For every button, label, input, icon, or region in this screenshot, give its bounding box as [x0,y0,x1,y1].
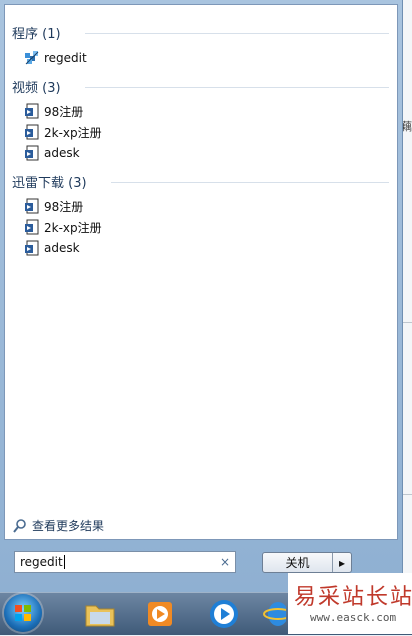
result-item-adesk[interactable]: adesk [24,143,80,163]
video-file-icon [25,124,39,140]
result-item-98-register[interactable]: 98注册 [24,101,83,121]
search-input[interactable]: regedit × [14,551,236,573]
shutdown-label: 关机 [285,556,310,570]
watermark-url: www.easck.com [310,611,397,624]
search-input-value: regedit [20,555,63,569]
group-title-videos: 视频 (3) [12,81,61,96]
shutdown-options-button[interactable]: ▸ [333,553,351,572]
search-icon [13,518,26,533]
taskbar-media-player-button[interactable] [204,596,244,632]
play-icon [210,600,238,628]
see-more-results-link[interactable]: 查看更多结果 [12,517,104,534]
result-item-98-register[interactable]: 98注册 [24,196,83,216]
watermark-text: 易采站长站 [294,585,412,610]
result-item-label: regedit [44,51,87,65]
video-file-icon [25,219,39,235]
group-divider [111,182,389,183]
result-item-label: 2k-xp注册 [44,220,102,235]
result-item-adesk[interactable]: adesk [24,238,80,258]
text-caret [63,555,65,569]
see-more-results-label: 查看更多结果 [32,519,105,533]
video-file-icon [25,145,39,161]
taskbar-internet-explorer-button[interactable] [262,596,293,632]
video-file-icon [25,198,39,214]
shutdown-button-group: 关机 ▸ [262,552,352,573]
group-title-thunder-downloads: 迅雷下载 (3) [12,176,87,191]
start-menu: 程序 (1) regedit 视频 (3) 98注册 2k-xp注册 adesk… [0,0,403,592]
internet-explorer-icon [263,602,293,626]
result-item-label: adesk [44,241,80,255]
site-watermark: 易采站长站 www.easck.com [288,573,412,634]
group-divider [85,87,389,88]
start-button[interactable] [4,594,42,632]
taskbar-media-center-button[interactable] [140,596,180,632]
result-item-label: 98注册 [44,199,84,214]
media-player-icon [148,602,172,626]
result-item-label: adesk [44,146,80,160]
windows-logo-icon [15,605,31,621]
shutdown-button[interactable]: 关机 [263,553,333,572]
group-divider [85,33,389,34]
result-item-2k-xp-register[interactable]: 2k-xp注册 [24,217,102,237]
result-item-label: 98注册 [44,104,84,119]
search-results-panel: 程序 (1) regedit 视频 (3) 98注册 2k-xp注册 adesk… [4,4,398,540]
taskbar-file-explorer-button[interactable] [80,596,120,632]
video-file-icon [25,240,39,256]
folder-icon [85,605,115,627]
result-item-label: 2k-xp注册 [44,125,102,140]
video-file-icon [25,103,39,119]
clear-search-icon[interactable]: × [220,555,230,569]
result-item-regedit[interactable]: regedit [24,48,87,68]
registry-editor-icon [25,51,39,65]
result-item-2k-xp-register[interactable]: 2k-xp注册 [24,122,102,142]
chevron-right-icon: ▸ [338,555,346,570]
group-title-programs: 程序 (1) [12,27,61,42]
